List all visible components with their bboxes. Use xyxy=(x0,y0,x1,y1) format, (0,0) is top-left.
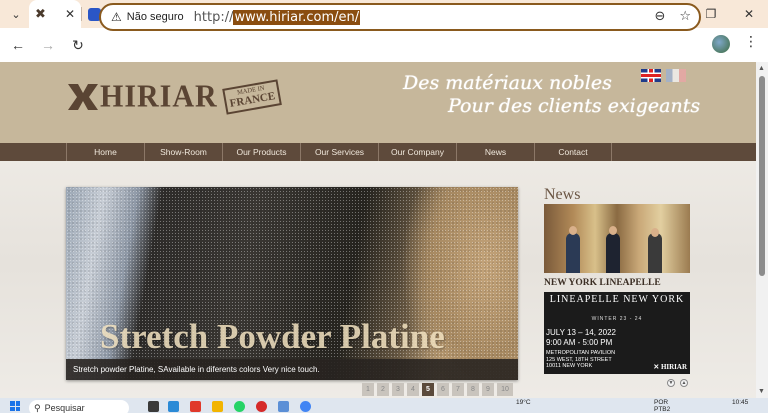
slide-caption: Stretch powder Platine, SAvailable in di… xyxy=(66,359,518,380)
page-scrollbar[interactable]: ▲ ▼ xyxy=(756,62,768,398)
flyer-title: LINEAPELLE NEW YORK xyxy=(549,294,685,305)
security-label: Não seguro xyxy=(126,11,184,23)
language-selector xyxy=(641,69,686,82)
brand-name: HIRIAR xyxy=(100,79,218,114)
browser-toolbar: ← → ↻ xyxy=(0,28,768,62)
arrow-left-icon: ← xyxy=(11,37,25,53)
lang-2: PTB2 xyxy=(654,406,671,413)
arrow-right-icon: → xyxy=(41,37,55,53)
windows-start-icon[interactable] xyxy=(10,401,20,411)
pager-item[interactable]: 6 xyxy=(437,383,449,396)
news-photo[interactable] xyxy=(544,204,690,273)
weather-widget[interactable]: 19°C xyxy=(516,399,531,406)
url-scheme: http:// xyxy=(193,9,234,25)
close-window-button[interactable]: ✕ xyxy=(730,0,768,28)
pager-item[interactable]: 7 xyxy=(452,383,464,396)
search-placeholder: Pesquisar xyxy=(44,403,85,413)
zoom-icon[interactable]: ⊖ xyxy=(654,8,665,24)
url-text[interactable]: http://www.hiriar.com/en/ xyxy=(193,9,361,25)
warning-triangle-icon: ⚠ xyxy=(111,10,122,24)
address-bar[interactable]: ⚠ Não seguro http://www.hiriar.com/en/ ⊖… xyxy=(99,3,701,31)
news-next-icon[interactable]: ▲ xyxy=(680,379,688,387)
reload-icon: ↻ xyxy=(72,36,84,53)
made-in-france-stamp: MADE IN FRANCE xyxy=(221,79,282,115)
nav-item-our-products[interactable]: Our Products xyxy=(222,143,300,161)
pager-item[interactable]: 3 xyxy=(392,383,404,396)
lang-1: POR xyxy=(654,399,669,406)
back-button[interactable]: ← xyxy=(4,31,32,59)
slideshow[interactable]: Stretch Powder Platine Stretch powder Pl… xyxy=(66,187,518,380)
clock[interactable]: 10:45 xyxy=(732,399,748,406)
scroll-thumb[interactable] xyxy=(759,76,765,276)
taskbar: ⚲ Pesquisar 19°C POR PTB2 10:45 xyxy=(0,398,768,413)
edge-icon[interactable] xyxy=(168,401,179,412)
tab-active[interactable]: ✖ ✕ xyxy=(29,0,81,28)
reload-button[interactable]: ↻ xyxy=(64,31,92,59)
security-indicator[interactable]: ⚠ Não seguro xyxy=(101,10,194,24)
nav-item-our-company[interactable]: Our Company xyxy=(378,143,456,161)
nav-item-news[interactable]: News xyxy=(456,143,534,161)
browser-menu-icon[interactable]: ⋮ xyxy=(744,33,758,50)
tab-search-button[interactable]: ⌄ xyxy=(3,3,29,25)
nav-item-home[interactable]: Home xyxy=(66,143,144,161)
flyer-season: WINTER 23 - 24 xyxy=(591,316,643,322)
clock-time: 10:45 xyxy=(732,399,749,406)
whatsapp-icon[interactable] xyxy=(234,401,245,412)
news-heading[interactable]: NEW YORK LINEAPELLE xyxy=(544,278,661,288)
france-flag-icon[interactable] xyxy=(666,69,686,82)
flyer-hours: 9:00 AM - 5:00 PM xyxy=(546,338,613,347)
flyer-logo: HIRIAR xyxy=(653,363,687,371)
pager-item[interactable]: 2 xyxy=(377,383,389,396)
web-page: HIRIAR MADE IN FRANCE Des matériaux nobl… xyxy=(0,62,756,398)
flyer-dates: JULY 13 – 14, 2022 xyxy=(546,328,616,337)
search-icon: ⚲ xyxy=(34,402,41,413)
slideshow-pager: 1 2 3 4 5 6 7 8 9 10 xyxy=(362,383,513,396)
hiriar-mark-icon xyxy=(68,84,98,110)
app-icon-2[interactable] xyxy=(278,401,289,412)
site-header: HIRIAR MADE IN FRANCE Des matériaux nobl… xyxy=(0,62,756,143)
scroll-down-icon[interactable]: ▼ xyxy=(758,388,765,395)
news-title: News xyxy=(544,186,581,203)
app-icon[interactable] xyxy=(190,401,201,412)
forward-button[interactable]: → xyxy=(34,31,62,59)
flyer-venue-3: 10011 NEW YORK xyxy=(546,363,593,369)
url-selected-text: www.hiriar.com/en/ xyxy=(233,9,361,25)
tagline-line-2: Pour des clients exigeants xyxy=(448,95,701,117)
hiriar-logo[interactable]: HIRIAR MADE IN FRANCE xyxy=(66,79,282,115)
nav-item-our-services[interactable]: Our Services xyxy=(300,143,378,161)
pager-item[interactable]: 5 xyxy=(422,383,434,396)
close-tab-icon[interactable]: ✕ xyxy=(65,7,75,21)
hiriar-favicon-icon: ✖ xyxy=(35,6,46,21)
stamp-big-text: FRANCE xyxy=(228,89,276,110)
main-nav: Home Show-Room Our Products Our Services Our… xyxy=(0,143,756,161)
news-prev-icon[interactable]: ▼ xyxy=(667,379,675,387)
slide-title: Stretch Powder Platine xyxy=(100,317,445,356)
bookmark-star-icon[interactable]: ☆ xyxy=(679,8,691,24)
uk-flag-icon[interactable] xyxy=(641,69,661,82)
tagline-line-1: Des matériaux nobles xyxy=(403,72,612,94)
language-indicator[interactable]: POR PTB2 xyxy=(654,399,670,413)
file-explorer-icon[interactable] xyxy=(212,401,223,412)
pager-item[interactable]: 8 xyxy=(467,383,479,396)
flyer-venue-1: METROPOLITAN PAVILION xyxy=(546,350,616,356)
news-flyer[interactable]: LINEAPELLE NEW YORK WINTER 23 - 24 JULY … xyxy=(544,292,690,374)
weather-temp: 19°C xyxy=(516,399,531,406)
opera-icon[interactable] xyxy=(256,401,267,412)
chrome-icon[interactable] xyxy=(300,401,311,412)
pager-item[interactable]: 10 xyxy=(497,383,513,396)
pager-item[interactable]: 4 xyxy=(407,383,419,396)
nav-item-contact[interactable]: Contact xyxy=(534,143,612,161)
taskbar-search[interactable]: ⚲ Pesquisar xyxy=(29,400,129,413)
pager-item[interactable]: 9 xyxy=(482,383,494,396)
profile-avatar[interactable] xyxy=(712,35,730,53)
chevron-down-icon: ⌄ xyxy=(11,8,21,21)
scroll-up-icon[interactable]: ▲ xyxy=(758,65,765,72)
task-view-icon[interactable] xyxy=(148,401,159,412)
pager-item[interactable]: 1 xyxy=(362,383,374,396)
nav-item-show-room[interactable]: Show-Room xyxy=(144,143,222,161)
